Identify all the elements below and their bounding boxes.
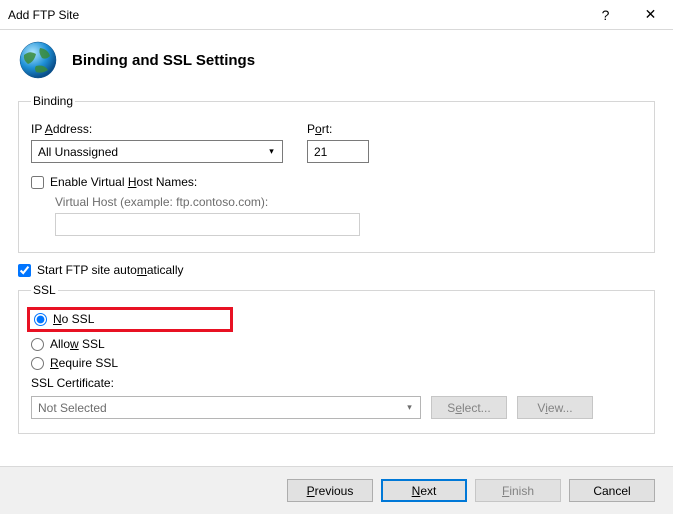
chevron-down-icon: ▾ (263, 142, 280, 161)
virtual-host-input (55, 213, 360, 236)
finish-button: Finish (475, 479, 561, 502)
ssl-certificate-combo: Not Selected ▾ (31, 396, 421, 419)
cancel-button[interactable]: Cancel (569, 479, 655, 502)
chevron-down-icon: ▾ (401, 398, 418, 417)
ip-address-label: IP Address: (31, 122, 283, 136)
globe-icon (18, 40, 58, 80)
no-ssl-label: No SSL (53, 312, 94, 326)
no-ssl-radio[interactable] (34, 313, 47, 326)
ssl-legend: SSL (31, 283, 58, 297)
virtual-host-block: Virtual Host (example: ftp.contoso.com): (55, 195, 642, 236)
virtual-host-label: Virtual Host (example: ftp.contoso.com): (55, 195, 642, 209)
help-button[interactable]: ? (583, 0, 628, 30)
port-label: Port: (307, 122, 369, 136)
ssl-group: SSL No SSL Allow SSL Require SSL SSL Cer… (18, 283, 655, 434)
ip-address-combo[interactable]: All Unassigned ▾ (31, 140, 283, 163)
require-ssl-label: Require SSL (50, 356, 118, 370)
allow-ssl-label: Allow SSL (50, 337, 105, 351)
highlight-no-ssl: No SSL (27, 307, 233, 332)
window-title: Add FTP Site (8, 8, 583, 22)
next-button[interactable]: Next (381, 479, 467, 502)
previous-button[interactable]: Previous (287, 479, 373, 502)
view-certificate-button: View... (517, 396, 593, 419)
enable-virtual-host-checkbox[interactable] (31, 176, 44, 189)
select-certificate-button: Select... (431, 396, 507, 419)
allow-ssl-radio[interactable] (31, 338, 44, 351)
ip-address-value: All Unassigned (38, 145, 118, 159)
start-automatically-checkbox[interactable] (18, 264, 31, 277)
ssl-certificate-value: Not Selected (38, 401, 107, 415)
close-button[interactable]: ✕ (628, 0, 673, 30)
binding-group: Binding IP Address: All Unassigned ▾ Por… (18, 94, 655, 253)
enable-virtual-host-label: Enable Virtual Host Names: (50, 175, 197, 189)
wizard-footer: Previous Next Finish Cancel (0, 466, 673, 514)
port-input[interactable] (307, 140, 369, 163)
titlebar: Add FTP Site ? ✕ (0, 0, 673, 30)
page-title: Binding and SSL Settings (72, 52, 255, 69)
ssl-certificate-label: SSL Certificate: (31, 376, 642, 390)
require-ssl-radio[interactable] (31, 357, 44, 370)
start-automatically-label: Start FTP site automatically (37, 263, 184, 277)
binding-legend: Binding (31, 94, 75, 108)
wizard-header: Binding and SSL Settings (0, 30, 673, 94)
